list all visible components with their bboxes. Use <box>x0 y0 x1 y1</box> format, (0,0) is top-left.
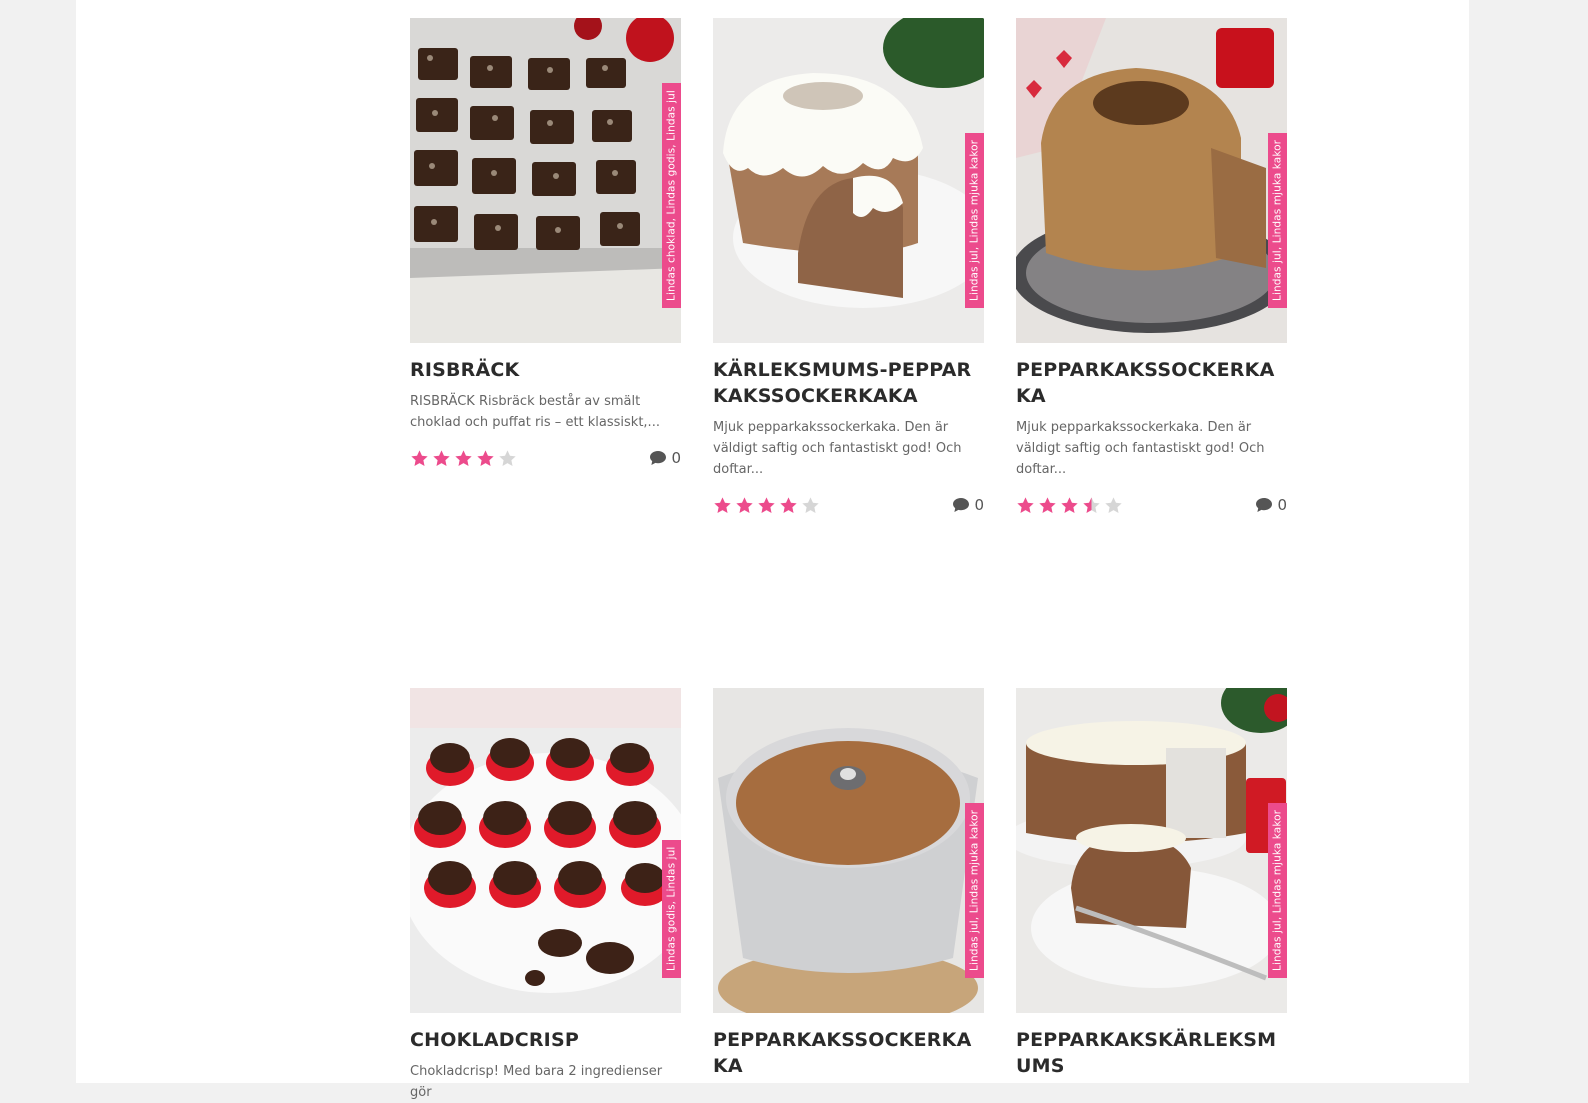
recipe-excerpt: Chokladcrisp! Med bara 2 ingredienser gö… <box>410 1064 663 1100</box>
recipe-title[interactable]: CHOKLADCRISP <box>410 1027 681 1053</box>
risbrack-photo <box>410 18 681 343</box>
star-icon[interactable] <box>757 496 776 515</box>
recipe-excerpt: RISBRÄCK Risbräck består av smält chokla… <box>410 394 660 430</box>
recipe-card: Lindas jul, Lindas mjuka kakor KÄRLEKSMU… <box>713 18 984 516</box>
bundt-pan-cake-photo <box>713 688 984 1013</box>
recipe-meta: 0 <box>713 494 984 516</box>
star-icon[interactable] <box>1016 496 1035 515</box>
star-icon[interactable] <box>735 496 754 515</box>
recipe-title[interactable]: KÄRLEKSMUMS-PEPPARKAKSSOCKERKAKA <box>713 357 984 409</box>
page-content: Lindas choklad, Lindas godis, Lindas jul… <box>76 0 1469 1100</box>
star-icon[interactable] <box>1104 496 1123 515</box>
star-icon[interactable] <box>454 449 473 468</box>
star-icon[interactable] <box>779 496 798 515</box>
comment-count[interactable]: 0 <box>649 449 681 467</box>
rating-stars[interactable] <box>410 449 517 468</box>
comment-count-value: 0 <box>671 449 681 467</box>
comment-icon <box>1256 498 1273 512</box>
star-icon[interactable] <box>432 449 451 468</box>
recipe-meta: 0 <box>1016 494 1287 516</box>
recipe-title[interactable]: RISBRÄCK <box>410 357 681 383</box>
recipe-excerpt: Mjuk pepparkakssockerkaka. Den är väldig… <box>1016 420 1265 477</box>
comment-count[interactable]: 0 <box>1255 496 1287 514</box>
category-badge[interactable]: Lindas jul, Lindas mjuka kakor <box>965 803 984 978</box>
recipe-card: Lindas godis, Lindas jul CHOKLADCRISP Ch… <box>410 688 681 1103</box>
rating-stars[interactable] <box>713 496 820 515</box>
comment-count-value: 0 <box>1277 496 1287 514</box>
recipe-image[interactable]: Lindas jul, Lindas mjuka kakor <box>1016 18 1287 343</box>
recipe-title[interactable]: PEPPARKAKSSOCKERKAKA <box>1016 357 1287 409</box>
karleksmums-slice-photo <box>1016 688 1287 1013</box>
category-badge[interactable]: Lindas jul, Lindas mjuka kakor <box>1268 133 1287 308</box>
recipe-meta: 0 <box>410 447 681 469</box>
star-icon[interactable] <box>1038 496 1057 515</box>
pepparkaka-cake-photo <box>1016 18 1287 343</box>
recipe-card: Lindas jul, Lindas mjuka kakor PEPPARKAK… <box>1016 18 1287 516</box>
star-icon[interactable] <box>476 449 495 468</box>
recipe-image[interactable]: Lindas godis, Lindas jul <box>410 688 681 1013</box>
category-badge[interactable]: Lindas godis, Lindas jul <box>662 840 681 978</box>
recipe-image[interactable]: Lindas jul, Lindas mjuka kakor <box>1016 688 1287 1013</box>
comment-count[interactable]: 0 <box>952 496 984 514</box>
star-icon[interactable] <box>498 449 517 468</box>
category-badge[interactable]: Lindas jul, Lindas mjuka kakor <box>1268 803 1287 978</box>
star-icon[interactable] <box>1060 496 1079 515</box>
recipe-card: Lindas jul, Lindas mjuka kakor PEPPARKAK… <box>1016 688 1287 1079</box>
star-icon[interactable] <box>713 496 732 515</box>
recipe-image[interactable]: Lindas jul, Lindas mjuka kakor <box>713 688 984 1013</box>
star-icon[interactable] <box>410 449 429 468</box>
recipe-image[interactable]: Lindas jul, Lindas mjuka kakor <box>713 18 984 343</box>
star-icon[interactable] <box>1082 496 1101 515</box>
recipe-card: Lindas jul, Lindas mjuka kakor PEPPARKAK… <box>713 688 984 1079</box>
recipe-title[interactable]: PEPPARKAKSKÄRLEKSMUMS <box>1016 1027 1287 1079</box>
chokladcrisp-photo <box>410 688 681 1013</box>
star-icon[interactable] <box>801 496 820 515</box>
category-badge[interactable]: Lindas jul, Lindas mjuka kakor <box>965 133 984 308</box>
comment-icon <box>650 451 667 465</box>
category-badge[interactable]: Lindas choklad, Lindas godis, Lindas jul <box>662 83 681 308</box>
comment-icon <box>953 498 970 512</box>
recipe-title[interactable]: PEPPARKAKSSOCKERKAKA <box>713 1027 984 1079</box>
recipe-image[interactable]: Lindas choklad, Lindas godis, Lindas jul <box>410 18 681 343</box>
comment-count-value: 0 <box>974 496 984 514</box>
recipe-card: Lindas choklad, Lindas godis, Lindas jul… <box>410 18 681 469</box>
karleksmums-cake-photo <box>713 18 984 343</box>
rating-stars[interactable] <box>1016 496 1123 515</box>
recipe-excerpt: Mjuk pepparkakssockerkaka. Den är väldig… <box>713 420 962 477</box>
